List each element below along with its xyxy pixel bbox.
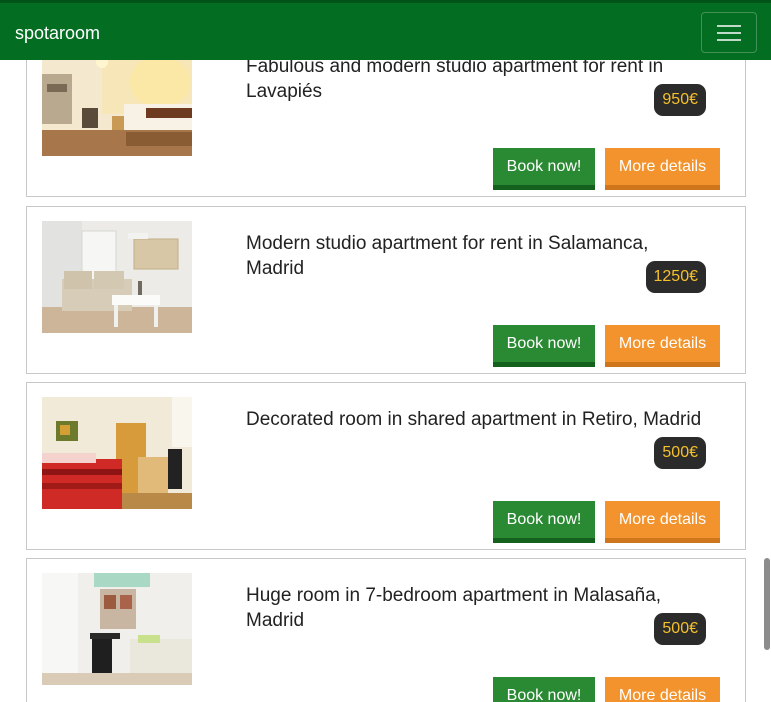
listing-title: Modern studio apartment for rent in Sala… [246,233,649,279]
book-now-button[interactable]: Book now! [493,148,595,190]
listing-photo[interactable] [42,573,192,685]
menu-toggle-button[interactable] [701,12,757,53]
price-badge: 500€ [654,613,706,645]
hamburger-icon-bar [717,32,741,34]
listing-photo[interactable] [42,44,192,156]
listing-photo[interactable] [42,221,192,333]
scrollbar-thumb[interactable] [764,558,770,650]
more-details-button[interactable]: More details [605,677,720,702]
price-badge: 950€ [654,84,706,116]
book-now-button[interactable]: Book now! [493,501,595,543]
more-details-button[interactable]: More details [605,501,720,543]
listing-title: Huge room in 7-bedroom apartment in Mala… [246,585,662,631]
listing-title: Fabulous and modern studio apartment for… [246,56,664,102]
price-badge: 1250€ [645,261,706,293]
listing-photo-image [42,573,192,685]
listing-card: Modern studio apartment for rent in Sala… [26,206,746,374]
listing-card: Decorated room in shared apartment in Re… [26,382,746,550]
listing-card: Huge room in 7-bedroom apartment in Mala… [26,558,746,702]
more-details-button[interactable]: More details [605,148,720,190]
hamburger-icon [717,25,741,27]
book-now-button[interactable]: Book now! [493,677,595,702]
listing-title: Decorated room in shared apartment in Re… [246,409,702,430]
price-badge: 500€ [654,437,706,469]
listing-photo-image [42,397,192,509]
brand-logo[interactable]: spotaroom [15,22,100,44]
listing-photo-image [42,44,192,156]
listing-photo[interactable] [42,397,192,509]
listing-photo-image [42,221,192,333]
more-details-button[interactable]: More details [605,325,720,367]
page: Fabulous and modern studio apartment for… [0,0,771,702]
book-now-button[interactable]: Book now! [493,325,595,367]
navbar: spotaroom [0,0,771,60]
hamburger-icon-bar [717,39,741,41]
